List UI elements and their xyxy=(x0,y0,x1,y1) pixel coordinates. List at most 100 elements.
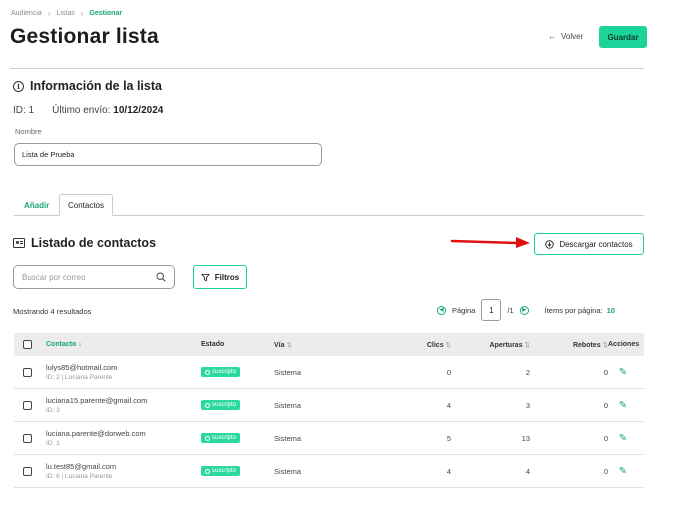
rebotes-cell: 0 xyxy=(603,466,608,476)
column-aperturas[interactable]: Aperturas ⇅ xyxy=(458,341,533,349)
via-cell: Sistema xyxy=(274,367,302,377)
contact-id: ID: 3 xyxy=(46,407,60,414)
chevron-right-icon: › xyxy=(47,9,51,18)
status-badge: suscripto xyxy=(201,433,241,443)
filter-icon xyxy=(200,273,210,281)
download-contacts-button[interactable]: Descargar contactos xyxy=(534,233,644,255)
annotation-arrow xyxy=(450,237,530,248)
contact-email: lulys85@hotmail.com xyxy=(46,363,118,372)
filters-label: Filtros xyxy=(214,272,240,282)
check-circle-icon xyxy=(205,402,210,408)
last-send-value: 10/12/2024 xyxy=(113,105,164,116)
tab-contacts[interactable]: Contactos xyxy=(59,194,113,216)
edit-icon[interactable]: ✎ xyxy=(619,367,627,378)
download-label: Descargar contactos xyxy=(559,239,633,249)
edit-icon[interactable]: ✎ xyxy=(619,433,627,444)
select-all-checkbox[interactable] xyxy=(22,340,32,349)
edit-icon[interactable]: ✎ xyxy=(619,466,627,477)
check-circle-icon xyxy=(205,468,210,474)
via-cell: Sistema xyxy=(274,433,302,443)
contact-email: lu.test85@gmail.com xyxy=(46,462,117,471)
info-title-text: Información de la lista xyxy=(30,79,162,93)
page-label: Página xyxy=(452,305,476,315)
clics-cell: 5 xyxy=(446,433,451,443)
contact-id: ID: 6 | Luciana Parente xyxy=(46,473,113,480)
prev-page-icon[interactable]: ◀ xyxy=(437,305,446,315)
per-page-select[interactable]: 10 xyxy=(607,306,615,315)
info-icon: i xyxy=(13,80,24,92)
items-per-page: Ítems por página: 10 xyxy=(545,306,615,315)
sort-icon: ⇅ xyxy=(524,341,530,349)
page-input[interactable]: 1 xyxy=(481,299,502,321)
column-via[interactable]: Vía ⇅ xyxy=(274,341,378,349)
save-button[interactable]: Guardar xyxy=(599,26,647,48)
sort-icon: ⇅ xyxy=(445,341,451,349)
arrow-left-icon: ← xyxy=(548,32,556,41)
per-page-label: Ítems por página: xyxy=(544,305,603,315)
clics-cell: 0 xyxy=(446,367,451,377)
list-id: ID: 1 xyxy=(13,105,35,116)
arrow-down-icon: ↓ xyxy=(78,341,82,348)
column-actions: Acciones xyxy=(608,341,640,348)
back-button[interactable]: ← Volver xyxy=(548,32,583,41)
pagination: ◀ Página 1 /1 ▶ Ítems por página: 10 xyxy=(437,299,615,321)
page-title: Gestionar lista xyxy=(10,25,159,48)
status-badge: suscripto xyxy=(201,367,241,377)
rebotes-cell: 0 xyxy=(603,367,608,377)
breadcrumb-audiencia[interactable]: Audiencia xyxy=(11,10,42,17)
contact-card-icon xyxy=(13,238,25,248)
name-input[interactable]: Lista de Prueba xyxy=(14,143,322,166)
table-header: Contacto ↓ Estado Vía ⇅ Clics ⇅ Apertura… xyxy=(14,333,644,356)
edit-icon[interactable]: ✎ xyxy=(619,400,627,411)
table-row: lulys85@hotmail.com ID: 2 | Luciana Pare… xyxy=(14,356,644,389)
search-placeholder: Buscar por correo xyxy=(22,272,86,282)
last-send: Último envío: 10/12/2024 xyxy=(52,105,163,116)
breadcrumb-listas[interactable]: Listas xyxy=(56,10,74,17)
column-rebotes[interactable]: Rebotes ⇅ xyxy=(533,341,608,349)
rebotes-cell: 0 xyxy=(603,433,608,443)
name-label: Nombre xyxy=(15,127,42,136)
row-checkbox[interactable] xyxy=(22,400,32,410)
filters-button[interactable]: Filtros xyxy=(193,265,247,289)
via-cell: Sistema xyxy=(274,466,302,476)
contacts-section-title: Listado de contactos xyxy=(13,236,156,250)
contacts-table: Contacto ↓ Estado Vía ⇅ Clics ⇅ Apertura… xyxy=(14,333,644,488)
divider xyxy=(10,68,644,69)
status-badge: suscripto xyxy=(201,400,241,410)
contact-email: luciana.parente@dorweb.com xyxy=(46,429,146,438)
aperturas-cell: 4 xyxy=(525,466,530,476)
table-row: lu.test85@gmail.com ID: 6 | Luciana Pare… xyxy=(14,455,644,488)
sort-icon: ⇅ xyxy=(286,341,292,349)
next-page-icon[interactable]: ▶ xyxy=(519,305,529,315)
column-clics[interactable]: Clics ⇅ xyxy=(378,341,458,349)
search-icon[interactable] xyxy=(156,272,166,282)
clics-cell: 4 xyxy=(446,466,451,476)
clics-cell: 4 xyxy=(446,400,451,410)
contact-id: ID: 1 xyxy=(46,440,60,447)
contacts-title-text: Listado de contactos xyxy=(31,236,157,250)
breadcrumb: Audiencia › Listas › Gestionar xyxy=(11,9,122,18)
results-count: Mostrando 4 resultados xyxy=(13,307,92,316)
check-circle-icon xyxy=(205,435,210,441)
column-contact[interactable]: Contacto ↓ xyxy=(46,341,201,348)
contact-email: luciana15.parente@gmail.com xyxy=(46,396,148,405)
table-row: luciana.parente@dorweb.com ID: 1 suscrip… xyxy=(14,422,644,455)
aperturas-cell: 3 xyxy=(525,400,530,410)
aperturas-cell: 2 xyxy=(525,367,530,377)
check-circle-icon xyxy=(205,369,210,375)
table-row: luciana15.parente@gmail.com ID: 3 suscri… xyxy=(14,389,644,422)
breadcrumb-current: Gestionar xyxy=(89,10,123,17)
last-send-label: Último envío: xyxy=(52,105,111,116)
row-checkbox[interactable] xyxy=(22,466,32,476)
row-checkbox[interactable] xyxy=(22,367,32,377)
chevron-right-icon: › xyxy=(80,9,84,18)
tab-add[interactable]: Añadir xyxy=(24,201,49,210)
via-cell: Sistema xyxy=(274,400,302,410)
aperturas-cell: 13 xyxy=(521,433,530,443)
column-state: Estado xyxy=(201,341,225,348)
back-label: Volver xyxy=(561,32,584,41)
download-icon xyxy=(545,239,555,249)
contact-id: ID: 2 | Luciana Parente xyxy=(46,374,113,381)
search-input[interactable]: Buscar por correo xyxy=(13,265,175,289)
row-checkbox[interactable] xyxy=(22,433,32,443)
